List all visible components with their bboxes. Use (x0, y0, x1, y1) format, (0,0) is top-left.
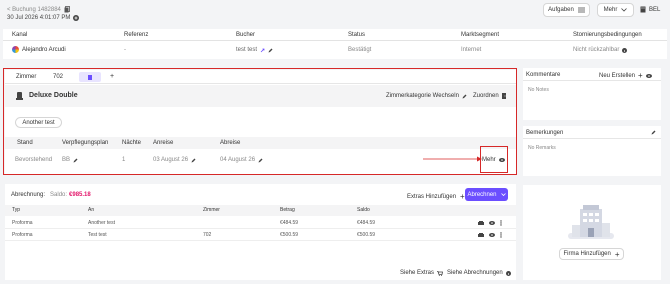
aufgaben-button[interactable]: Aufgaben (543, 3, 590, 17)
plus-icon: + (460, 192, 465, 201)
col-bucher: Bucher (236, 32, 256, 38)
add-circle-icon[interactable] (73, 15, 80, 21)
col-stornierung: Stornierungsbedingungen (573, 32, 642, 38)
saldo-value: €985.18 (69, 192, 91, 198)
copy-icon[interactable] (64, 6, 70, 13)
bucher-cell[interactable]: test test (236, 47, 273, 53)
booking-header-row: Kanal Referenz Bucher Status Marktsegmen… (3, 29, 667, 41)
info-icon[interactable] (622, 47, 628, 53)
siehe-extras-label: Siehe Extras (400, 270, 435, 276)
referenz-value: - (124, 47, 126, 53)
abrechnen-button[interactable]: Abrechnen (465, 188, 508, 201)
row-actions (478, 220, 502, 226)
zimmer-value: 702 (203, 232, 212, 238)
row-actions (478, 232, 502, 238)
col-betrag: Betrag (280, 207, 295, 213)
no-remarks-text: No Remarks (528, 145, 556, 151)
kommentare-header: Kommentare Neu Erstellen + (523, 68, 661, 81)
aufgaben-label: Aufgaben (548, 7, 574, 13)
billing-title: Abrechnung: (11, 192, 46, 198)
betrag-value: €484.59 (280, 220, 299, 226)
neu-erstellen-label: Neu Erstellen (599, 72, 636, 79)
an-value: Another test (88, 220, 115, 226)
chevron-down-icon (500, 193, 506, 196)
link-icon[interactable] (260, 48, 265, 53)
plus-icon: + (614, 249, 620, 259)
more-vertical-icon[interactable] (500, 232, 502, 238)
an-value: Test test (88, 232, 107, 238)
booking-datetime: 30 Jul 2026 4:01:07 PM (7, 15, 80, 21)
col-an: An (88, 207, 95, 213)
eye-icon[interactable] (645, 73, 652, 78)
siehe-abrechnungen-label: Siehe Abrechnungen (447, 270, 503, 276)
no-notes-text: No Notes (528, 87, 549, 93)
bemerkungen-title: Bemerkungen (526, 130, 564, 136)
list-icon (577, 7, 585, 13)
info-icon (505, 270, 511, 276)
edit-icon[interactable] (651, 130, 656, 135)
col-marktsegment: Marktsegment (461, 32, 500, 38)
booking-info-table: Kanal Referenz Bucher Status Marktsegmen… (3, 29, 667, 59)
billing-panel: Abrechnung: Saldo: €985.18 Extras Hinzuf… (5, 184, 516, 280)
datetime-text: 30 Jul 2026 4:01:07 PM (7, 15, 71, 21)
highlight-mehr-button (480, 146, 508, 173)
print-icon[interactable] (478, 220, 484, 226)
siehe-abrechnungen-link[interactable]: Siehe Abrechnungen (447, 270, 511, 276)
billing-table-header: Typ An Zimmer Betrag Saldo (5, 205, 516, 216)
firma-hinzufuegen-button[interactable]: Firma Hinzufügen + (559, 248, 624, 260)
bemerkungen-panel: Bemerkungen No Remarks (523, 126, 661, 176)
building-icon (640, 6, 646, 13)
kanal-value: Alejandro Arcudi (22, 46, 66, 53)
more-vertical-icon[interactable] (500, 220, 502, 226)
kommentare-title: Kommentare (526, 72, 561, 78)
marktsegment-value: Internet (461, 47, 482, 53)
billing-header: Abrechnung: Saldo: €985.18 (11, 192, 91, 198)
kanal-cell: Alejandro Arcudi (12, 46, 66, 53)
neu-erstellen-button[interactable]: Neu Erstellen + (599, 71, 652, 80)
storno-cell: Nicht rückzahlbar (573, 47, 628, 53)
mehr-dropdown-button[interactable]: Mehr (597, 3, 634, 17)
mehr-label: Mehr (603, 7, 618, 13)
plus-icon: + (638, 71, 643, 80)
col-referenz: Referenz (124, 32, 149, 38)
highlight-rooms-panel (3, 68, 517, 175)
abrechnen-label: Abrechnen (467, 191, 497, 198)
breadcrumb-label[interactable]: < Buchung 1482884 (7, 7, 61, 13)
extras-hinzufuegen-button[interactable]: Extras Hinzufügen + (407, 192, 465, 201)
edit-icon[interactable] (268, 48, 273, 53)
eye-icon[interactable] (489, 233, 495, 237)
saldo-label: Saldo: (50, 192, 68, 198)
table-row[interactable]: Proforma Test test 702 €500.59 €500.59 (5, 229, 516, 241)
storno-value: Nicht rückzahlbar (573, 47, 620, 53)
bucher-value[interactable]: test test (236, 47, 257, 53)
booking-data-row: Alejandro Arcudi - test test Bestätigt I… (3, 42, 667, 59)
col-zimmer: Zimmer (203, 207, 220, 213)
bemerkungen-header: Bemerkungen (523, 126, 661, 139)
saldo-row-value: €500.59 (357, 232, 376, 238)
kommentare-panel: Kommentare Neu Erstellen + No Notes (523, 68, 661, 120)
eye-icon[interactable] (489, 221, 495, 225)
col-kanal: Kanal (12, 32, 28, 38)
print-icon[interactable] (478, 232, 484, 238)
cart-icon (437, 270, 444, 276)
company-building-illustration (568, 205, 614, 239)
firma-hinzufuegen-label: Firma Hinzufügen (563, 251, 611, 257)
avatar (12, 46, 19, 53)
col-status: Status (348, 32, 366, 38)
col-saldo: Saldo (357, 207, 370, 213)
typ-value: Proforma (12, 232, 33, 238)
table-row[interactable]: Proforma Another test €484.59 €484.59 (5, 217, 516, 229)
betrag-value: €500.59 (280, 232, 299, 238)
breadcrumb[interactable]: < Buchung 1482884 (7, 6, 70, 13)
status-value: Bestätigt (348, 47, 372, 53)
firma-panel: Firma Hinzufügen + (523, 185, 661, 280)
language-label: BEL (649, 6, 661, 13)
saldo-row-value: €484.59 (357, 220, 376, 226)
typ-value: Proforma (12, 220, 33, 226)
extras-hinzufuegen-label: Extras Hinzufügen (407, 193, 457, 200)
language-selector[interactable]: BEL (640, 6, 660, 13)
chevron-down-icon (621, 8, 628, 12)
col-typ: Typ (12, 207, 21, 213)
siehe-extras-link[interactable]: Siehe Extras (400, 270, 444, 276)
